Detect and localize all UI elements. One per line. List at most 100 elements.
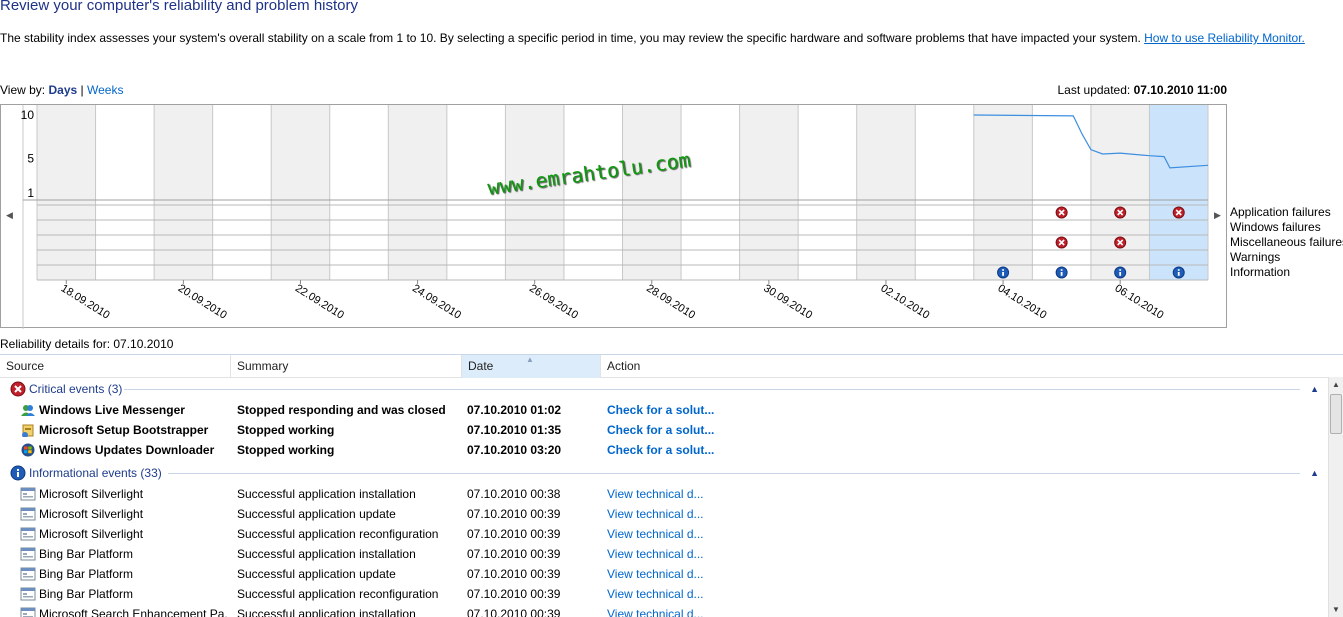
row-label-windows-failures: Windows failures xyxy=(1230,220,1321,234)
chart-scroll-left-icon[interactable]: ◀ xyxy=(6,210,13,221)
table-row[interactable]: Bing Bar Platform Successful application … xyxy=(0,564,1328,584)
column-date[interactable]: Date ▲ xyxy=(462,355,601,378)
column-summary[interactable]: Summary xyxy=(231,355,462,378)
row-summary: Stopped responding and was closed xyxy=(237,403,446,417)
table-row[interactable]: Windows Updates Downloader Stopped workin… xyxy=(0,440,1328,460)
day-column[interactable] xyxy=(739,105,799,280)
last-updated-value: 07.10.2010 11:00 xyxy=(1133,83,1227,97)
chart-scroll-right-icon[interactable]: ▶ xyxy=(1214,210,1221,221)
scroll-down-icon[interactable]: ▼ xyxy=(1329,602,1343,617)
table-row[interactable]: Microsoft Search Enhancement Pa... Succes… xyxy=(0,604,1328,617)
reliability-chart-svg[interactable]: 10 5 1 18.09.2010 20.09.2010 22.09.2010 24.09.… xyxy=(1,105,1228,329)
scroll-up-icon[interactable]: ▲ xyxy=(1329,377,1343,393)
y-tick-label: 10 xyxy=(21,108,35,122)
day-column[interactable] xyxy=(973,105,1033,280)
day-column[interactable] xyxy=(1032,105,1091,280)
day-column[interactable] xyxy=(798,105,857,280)
row-action-link[interactable]: Check for a solut... xyxy=(607,420,807,440)
day-column[interactable] xyxy=(95,105,155,280)
day-column[interactable] xyxy=(1149,105,1208,280)
info-marker-dot xyxy=(1002,269,1004,271)
app-icon xyxy=(20,567,36,581)
table-row[interactable]: Bing Bar Platform Successful application … xyxy=(0,544,1328,564)
last-updated-label: Last updated: xyxy=(1057,83,1131,97)
row-action-link[interactable]: View technical d... xyxy=(607,604,807,617)
row-summary: Successful application installation xyxy=(237,607,416,617)
day-column[interactable] xyxy=(37,105,96,280)
day-column[interactable] xyxy=(681,105,740,280)
last-updated: Last updated: 07.10.2010 11:00 xyxy=(1058,83,1228,97)
row-summary: Successful application installation xyxy=(237,487,416,501)
row-source: Microsoft Silverlight xyxy=(39,487,144,501)
column-date-label: Date xyxy=(468,359,494,373)
row-source: Bing Bar Platform xyxy=(39,547,134,561)
row-date: 07.10.2010 00:38 xyxy=(467,487,561,501)
view-separator: | xyxy=(80,83,84,97)
chart-row-labels: Application failures Windows failures Mi… xyxy=(1230,205,1343,280)
critical-events-group[interactable]: Critical events (3) xyxy=(10,381,122,397)
row-source: Bing Bar Platform xyxy=(39,587,134,601)
row-label-warnings: Warnings xyxy=(1230,250,1281,264)
day-column[interactable] xyxy=(212,105,272,280)
row-action-link[interactable]: View technical d... xyxy=(607,484,807,504)
critical-events-label: Critical events (3) xyxy=(29,382,123,396)
row-summary: Successful application reconfiguration xyxy=(237,587,439,601)
row-action-link[interactable]: View technical d... xyxy=(607,544,807,564)
column-source[interactable]: Source xyxy=(0,355,231,378)
informational-events-label: Informational events (33) xyxy=(29,466,162,480)
row-label-application-failures: Application failures xyxy=(1230,205,1331,219)
row-action-link[interactable]: View technical d... xyxy=(607,504,807,524)
row-label-information: Information xyxy=(1230,265,1291,279)
help-link[interactable]: How to use Reliability Monitor. xyxy=(1144,31,1305,45)
view-by-label: View by: xyxy=(0,83,46,97)
x-tick-label: 28.09.2010 xyxy=(644,282,697,321)
description-text: The stability index assesses your system… xyxy=(0,31,1141,45)
row-date: 07.10.2010 00:39 xyxy=(467,567,561,581)
messenger-icon xyxy=(21,405,35,416)
day-column[interactable] xyxy=(388,105,447,280)
row-action-link[interactable]: View technical d... xyxy=(607,584,807,604)
app-icon xyxy=(20,507,36,521)
row-action-link[interactable]: View technical d... xyxy=(607,564,807,584)
column-action[interactable]: Action xyxy=(601,355,1328,378)
info-marker-glyph xyxy=(1060,272,1063,276)
row-source: Microsoft Silverlight xyxy=(39,527,144,541)
day-column[interactable] xyxy=(1090,105,1150,280)
row-action-link[interactable]: Check for a solut... xyxy=(607,440,807,460)
app-icon xyxy=(20,527,36,541)
day-column[interactable] xyxy=(622,105,682,280)
scroll-thumb[interactable] xyxy=(1330,394,1342,434)
row-summary: Successful application update xyxy=(237,507,396,521)
day-column[interactable] xyxy=(154,105,213,280)
row-date: 07.10.2010 00:39 xyxy=(467,527,561,541)
table-scrollbar[interactable]: ▲ ▼ xyxy=(1328,377,1343,617)
row-date: 07.10.2010 00:39 xyxy=(467,587,561,601)
collapse-informational-icon[interactable]: ▲ xyxy=(1310,468,1319,478)
row-source: Microsoft Setup Bootstrapper xyxy=(39,423,209,437)
table-row[interactable]: Windows Live Messenger Stopped responding… xyxy=(0,400,1328,420)
table-row[interactable]: Microsoft Silverlight Successful applicat… xyxy=(0,484,1328,504)
table-row[interactable]: Microsoft Setup Bootstrapper Stopped work… xyxy=(0,420,1328,440)
setup-icon xyxy=(22,424,34,437)
table-row[interactable]: Microsoft Silverlight Successful applicat… xyxy=(0,504,1328,524)
row-date: 07.10.2010 00:39 xyxy=(467,607,561,617)
day-column[interactable] xyxy=(856,105,916,280)
day-column[interactable] xyxy=(329,105,389,280)
view-days-link[interactable]: Days xyxy=(48,83,77,97)
reliability-details-label: Reliability details for: 07.10.2010 xyxy=(0,337,174,351)
table-row[interactable]: Microsoft Silverlight Successful applicat… xyxy=(0,524,1328,544)
collapse-critical-icon[interactable]: ▲ xyxy=(1310,384,1319,394)
informational-icon xyxy=(10,465,26,481)
day-column[interactable] xyxy=(271,105,330,280)
table-row[interactable]: Bing Bar Platform Successful application … xyxy=(0,584,1328,604)
x-tick-label: 24.09.2010 xyxy=(410,282,463,321)
row-action-link[interactable]: Check for a solut... xyxy=(607,400,807,420)
reliability-chart[interactable]: 10 5 1 18.09.2010 20.09.2010 22.09.2010 24.09.… xyxy=(0,104,1228,329)
y-tick-label: 1 xyxy=(27,186,34,200)
informational-events-group[interactable]: Informational events (33) xyxy=(10,465,162,481)
view-weeks-link[interactable]: Weeks xyxy=(87,83,123,97)
row-action-link[interactable]: View technical d... xyxy=(607,524,807,544)
row-summary: Stopped working xyxy=(237,443,335,457)
day-column[interactable] xyxy=(563,105,623,280)
day-column[interactable] xyxy=(915,105,974,280)
